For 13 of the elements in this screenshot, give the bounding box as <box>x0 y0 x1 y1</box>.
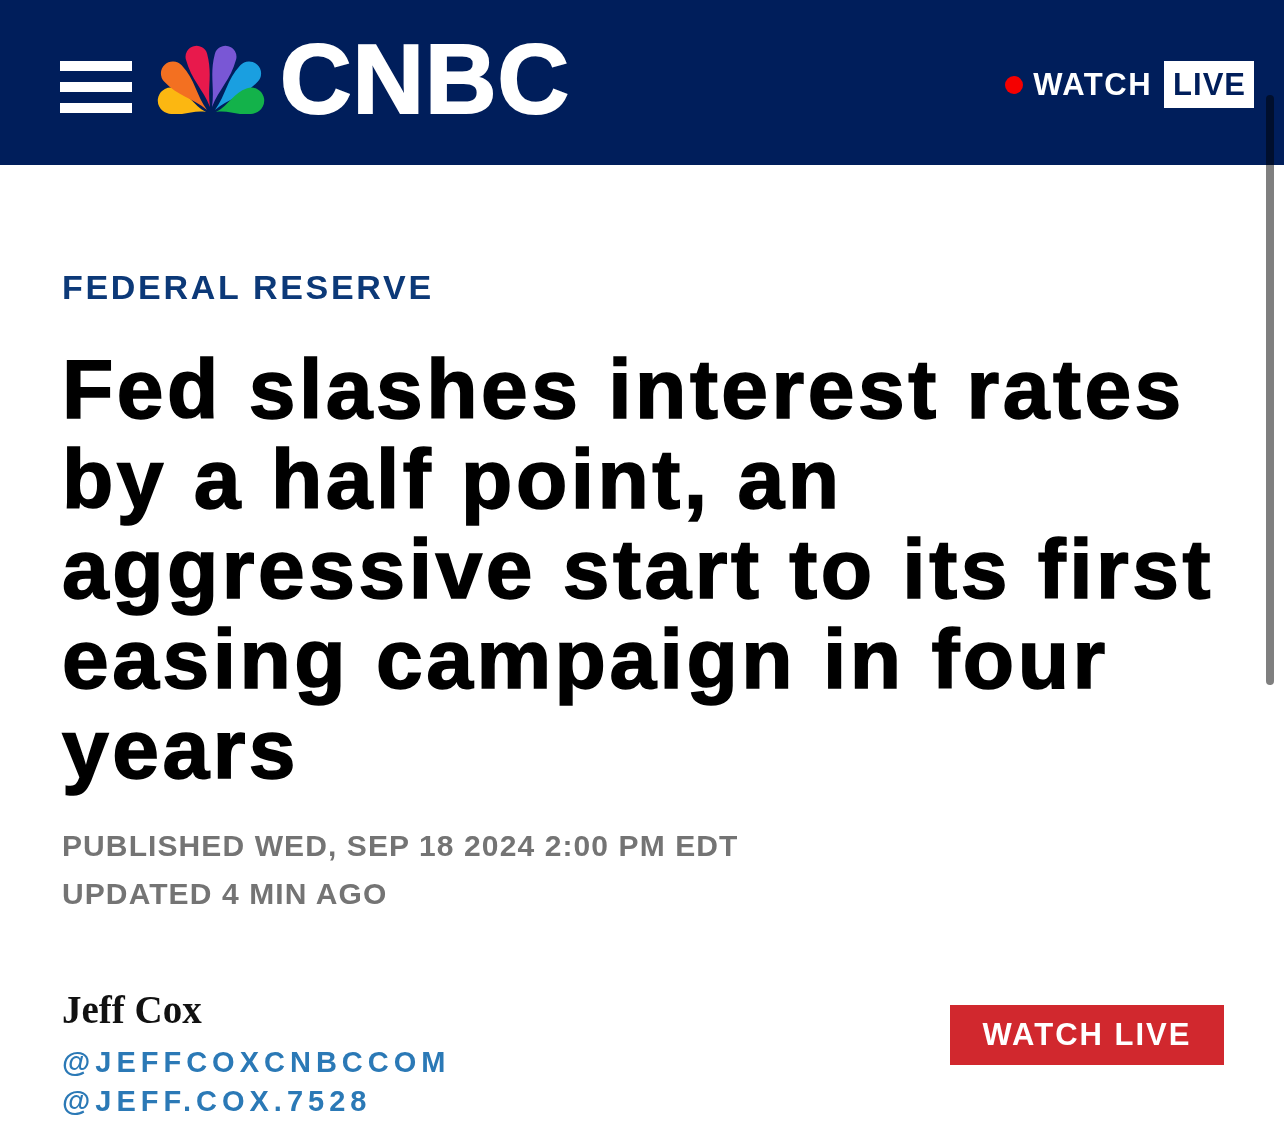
author-handle-link[interactable]: @JEFF.COX.7528 <box>62 1082 372 1121</box>
watch-live-button[interactable]: WATCH LIVE <box>950 1005 1224 1065</box>
section-label[interactable]: FEDERAL RESERVE <box>62 267 1224 308</box>
author-name[interactable]: Jeff Cox <box>62 986 202 1033</box>
menu-icon[interactable] <box>60 60 132 113</box>
scrollbar-thumb[interactable] <box>1266 95 1274 685</box>
live-dot-icon <box>1005 75 1024 94</box>
updated-time: UPDATED 4 MIN AGO <box>62 876 389 912</box>
published-date: PUBLISHED WED, SEP 18 2024 2:00 PM EDT <box>62 828 740 864</box>
watch-live-link[interactable]: WATCH LIVE <box>1005 61 1254 108</box>
author-handle-link[interactable]: @JEFFCOXCNBCCOM <box>62 1043 451 1082</box>
article-headline: Fed slashes interest rates by a half point, an aggressive start to its first easing campaign in four years <box>62 344 1215 794</box>
logo-wordmark[interactable]: CNBC <box>280 28 570 129</box>
